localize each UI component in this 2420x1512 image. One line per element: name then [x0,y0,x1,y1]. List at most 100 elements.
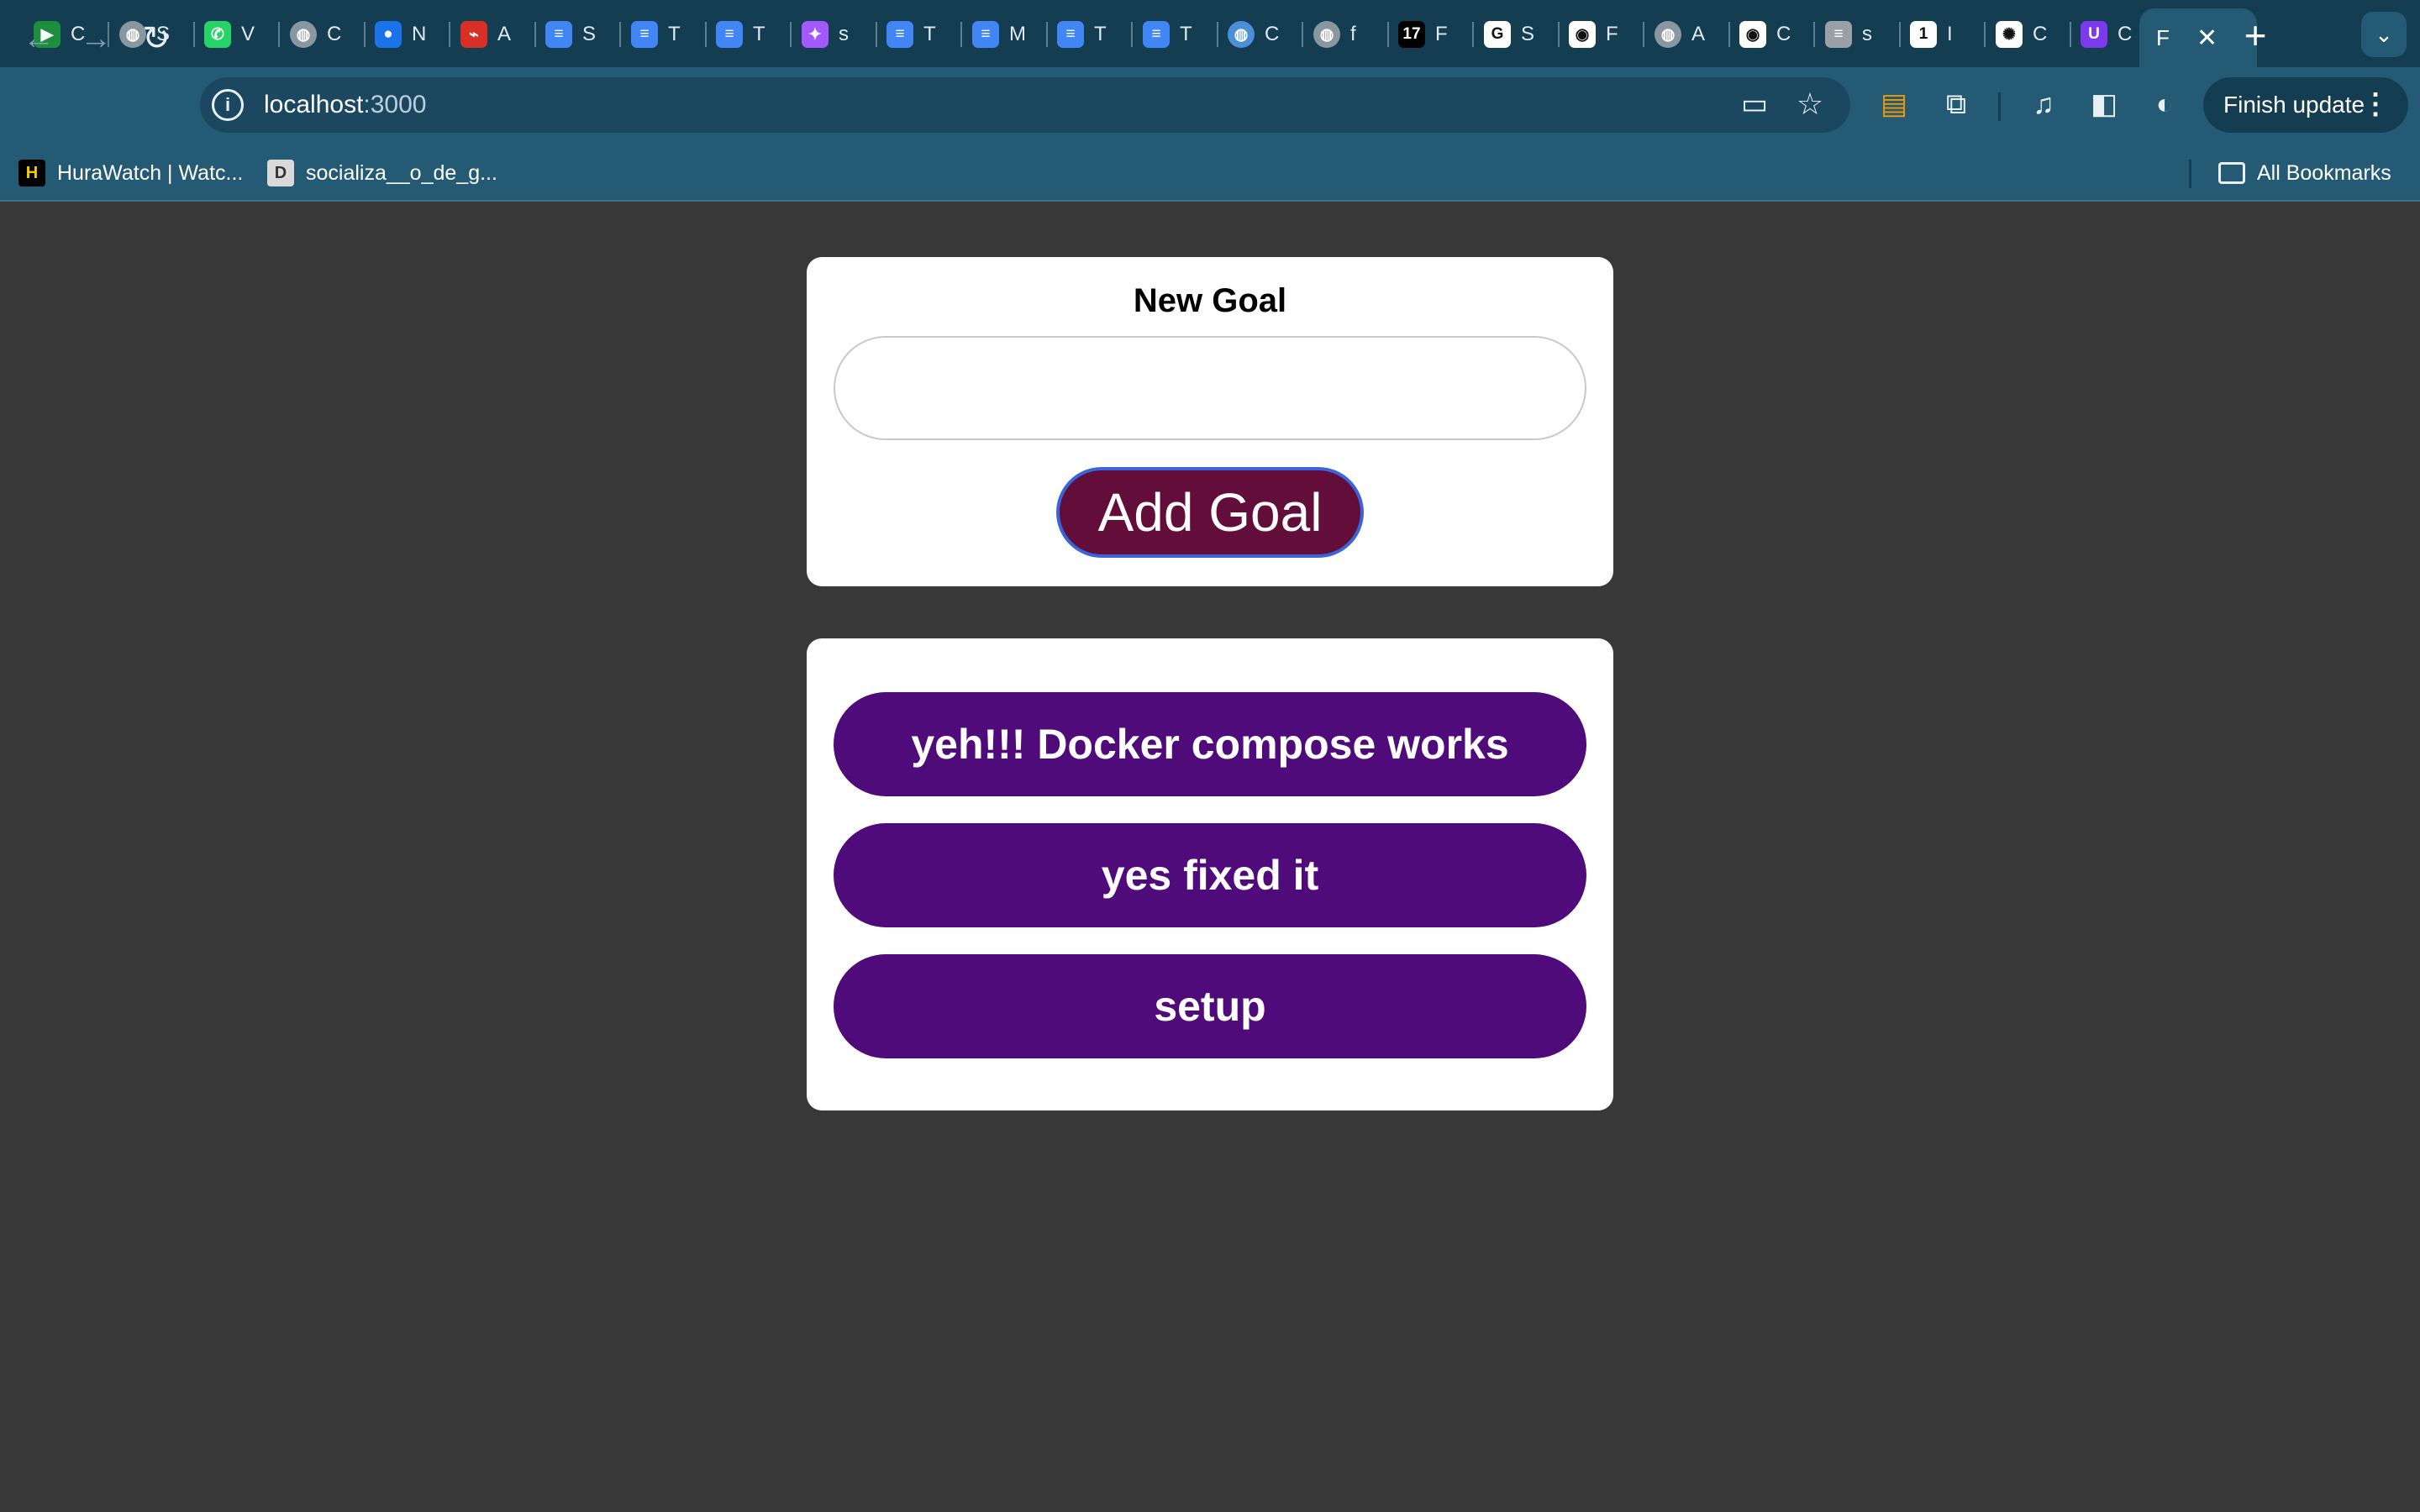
docs-icon: ≡ [1057,21,1084,48]
close-tab-icon[interactable]: ✕ [2196,24,2217,53]
add-goal-button[interactable]: Add Goal [1056,467,1364,558]
tab-title: C [1265,23,1280,45]
all-bookmarks-button[interactable]: All Bookmarks [2218,158,2391,188]
tab-separator [1131,22,1133,47]
whatsapp-icon: ✆ [204,21,231,48]
tab[interactable]: ✦ s [802,8,854,60]
tab-separator [364,22,366,47]
tab[interactable]: ≡ T [631,8,683,60]
arrow-right-icon: → [80,20,112,56]
goal-item[interactable]: yeh!!! Docker compose works [834,692,1586,796]
tab-separator [705,22,707,47]
tab-separator [449,22,450,47]
tradingview-icon: 17 [1398,21,1425,48]
tab-title: C [2033,23,2048,45]
goal-text-input[interactable] [834,336,1586,440]
tab-search-button[interactable]: ⌄ [2361,12,2407,57]
avatar: ◐ [2155,87,2174,120]
tab[interactable]: ≡ s [1825,8,1877,60]
tab-title: T [1180,23,1192,45]
tab[interactable]: ≡ T [716,8,768,60]
url-text[interactable]: localhost:3000 [264,91,426,119]
tab[interactable]: ✆ V [204,8,256,60]
puzzle-icon: ⧉ [1945,87,1967,120]
forward-button[interactable]: → [72,15,119,62]
tab-separator [1302,22,1303,47]
docs-icon: ≡ [886,21,913,48]
profile-button[interactable]: ◐ [2141,81,2188,128]
tab-title: N [412,23,427,45]
docs-icon: ≡ [1143,21,1170,48]
tab[interactable]: UC [2081,8,2133,60]
site-info-icon[interactable]: i [212,89,244,121]
all-bookmarks-label: All Bookmarks [2257,160,2391,185]
tab[interactable]: 17 F [1398,8,1450,60]
tab[interactable]: ◍ A [1655,8,1707,60]
tab[interactable]: ◍ C [1228,8,1280,60]
tab[interactable]: ✺ C [1996,8,2048,60]
media-controls-button[interactable]: ♫ [2020,81,2067,128]
star-icon: ☆ [1796,87,1824,121]
extension-button[interactable]: ▤ [1870,81,1918,128]
address-bar[interactable] [200,77,1850,133]
airtel-icon: ⌁ [460,21,487,48]
hurawatch-icon: H [18,160,45,186]
side-panel-button[interactable]: ◧ [2081,81,2128,128]
tab-title: C [2118,23,2133,45]
tab[interactable]: ◍ C [290,8,342,60]
tab[interactable]: GS [1484,8,1536,60]
tab[interactable]: ≡ T [1143,8,1195,60]
figma-icon: ✦ [802,21,829,48]
tab-title: s [1862,23,1872,45]
tab-separator [1813,22,1815,47]
new-tab-button[interactable]: + [2232,12,2279,59]
bookmark-hurawatch[interactable]: H HuraWatch | Watc... [18,158,243,188]
install-app-button[interactable]: ▭ [1731,81,1778,128]
ublock-icon: U [2081,21,2107,48]
goal-item[interactable]: setup [834,954,1586,1058]
tab-title: F [1435,23,1448,45]
tab[interactable]: 1I [1910,8,1962,60]
arrow-left-icon: ← [23,20,55,56]
more-vert-icon[interactable]: ⋮ [2361,87,2390,121]
finish-update-button[interactable]: Finish update ⋮ [2203,77,2408,133]
tab-title: V [241,23,255,45]
tab-separator [1643,22,1644,47]
tab-title: A [497,23,512,45]
reload-button[interactable]: ↻ [133,15,180,62]
globe-icon: ◍ [1313,21,1340,48]
extensions-button[interactable]: ⧉ [1933,81,1980,128]
tab-title: S [1521,23,1535,45]
extension-colorful-icon: ▤ [1880,88,1908,120]
url-host: localhost [264,91,364,118]
tab[interactable]: ≡ T [886,8,939,60]
back-button[interactable]: ← [15,15,62,62]
tab[interactable]: ◉ C [1739,8,1791,60]
tab[interactable]: ◍ f [1313,8,1365,60]
tab[interactable]: ◉ F [1569,8,1621,60]
tab-separator [876,22,877,47]
tab-separator [2070,22,2071,47]
music-queue-icon: ♫ [2033,87,2054,120]
tab[interactable]: ≡ M [972,8,1024,60]
tab[interactable]: ⌁ A [460,8,513,60]
tab-title: M [1009,23,1024,45]
tab-separator [1984,22,1986,47]
bookmark-socializacao[interactable]: D socializa__o_de_g... [267,158,497,188]
goal-item[interactable]: yes fixed it [834,823,1586,927]
one-password-icon: 1 [1910,21,1937,48]
tab-separator [1899,22,1901,47]
tab-title: T [668,23,681,45]
globe-icon: ◍ [1655,21,1681,48]
form-title: New Goal [1133,282,1287,319]
tab-title: f [1350,23,1356,45]
new-goal-card: New Goal Add Goal [807,257,1613,586]
chatgpt-icon: ✺ [1996,21,2023,48]
tab[interactable]: ≡ S [545,8,597,60]
tab-title: C [327,23,342,45]
bookmark-label: socializa__o_de_g... [306,160,497,185]
bookmarks-divider [2189,160,2191,188]
tab[interactable]: ● N [375,8,427,60]
bookmark-star-button[interactable]: ☆ [1786,81,1833,128]
tab[interactable]: ≡ T [1057,8,1109,60]
